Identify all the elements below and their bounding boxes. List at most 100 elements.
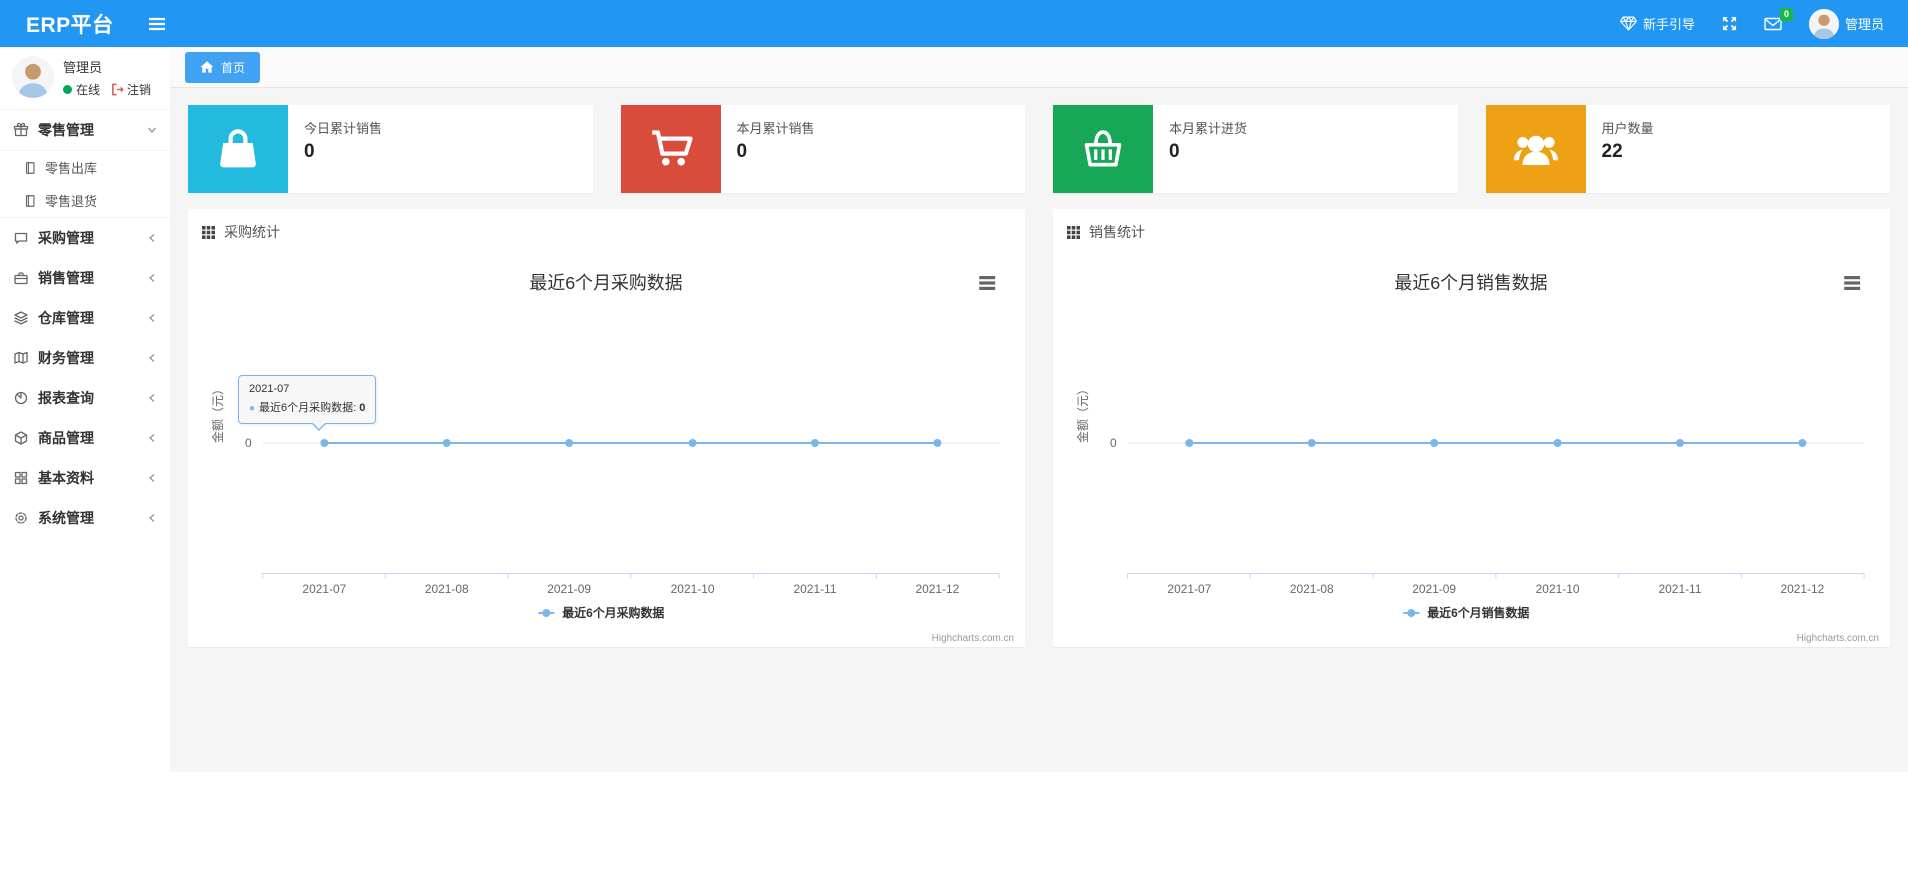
chat-icon	[14, 232, 28, 244]
sidebar-item-purchase[interactable]: 采购管理	[0, 218, 170, 258]
grid-icon	[14, 471, 28, 485]
chart-tooltip: 2021-07 ● 最近6个月采购数据: 0	[238, 375, 377, 431]
username-label: 管理员	[1844, 17, 1884, 32]
x-tick-label: 2021-12	[1781, 582, 1825, 596]
file-icon	[25, 194, 35, 207]
sidebar-user-panel: 管理员 在线 注销	[0, 47, 170, 109]
sidebar-item-retail[interactable]: 零售管理	[0, 109, 170, 150]
navbar-right: 新手引导 0 管理员	[1619, 7, 1884, 39]
tab-home[interactable]: 首页	[185, 51, 261, 83]
legend-item[interactable]: 最近6个月采购数据	[538, 605, 664, 620]
x-tick-label: 2021-09	[1412, 582, 1456, 596]
x-tick-label: 2021-07	[302, 582, 346, 596]
x-axis-ticks	[1127, 573, 1865, 579]
chart-context-menu-button[interactable]	[1844, 276, 1861, 290]
sidebar-item-finance[interactable]: 财务管理	[0, 338, 170, 378]
x-tick-label: 2021-11	[794, 582, 837, 596]
online-status-label: 在线	[76, 82, 101, 97]
y-tick-label: 0	[245, 436, 252, 450]
series-line[interactable]	[320, 439, 942, 447]
sign-out-icon	[112, 83, 124, 95]
sidebar-toggle-button[interactable]	[148, 17, 166, 31]
cart-icon	[620, 105, 721, 193]
sales-chart: 最近6个月销售数据 金额（元） 0 2021-07 2021-08 2021-0…	[1053, 255, 1890, 649]
main-content: 首页 今日累计销售 0 本月累计销售 0 本月累计进货 0 用户数量 22 采购…	[170, 47, 1908, 889]
card-value: 0	[304, 141, 315, 162]
x-tick-label: 2021-10	[1536, 582, 1580, 596]
purchase-chart: 最近6个月采购数据 金额（元） 0 2021-07 2021-08 2021-0…	[188, 255, 1025, 649]
avatar	[1808, 8, 1839, 39]
y-axis-title: 金额（元）	[210, 383, 225, 443]
app-brand: ERP平台	[26, 13, 114, 37]
x-tick-label: 2021-08	[1290, 582, 1334, 596]
map-book-icon	[14, 351, 28, 364]
sidebar-item-retail-outbound[interactable]: 零售出库	[0, 151, 170, 184]
fullscreen-button[interactable]	[1722, 16, 1737, 31]
sidebar-item-sales[interactable]: 销售管理	[0, 258, 170, 298]
chevron-left-icon	[148, 433, 155, 443]
chevron-left-icon	[148, 513, 155, 523]
legend-item[interactable]: 最近6个月销售数据	[1403, 605, 1529, 620]
panel-sales-stats: 销售统计 最近6个月销售数据 金额（元） 0 2021-07 2021-08 2…	[1053, 209, 1890, 647]
tooltip-value: 0	[359, 402, 366, 414]
card-label: 用户数量	[1601, 121, 1654, 136]
sidebar-item-warehouse[interactable]: 仓库管理	[0, 298, 170, 338]
highcharts-credits-link[interactable]: Highcharts.com.cn	[1797, 633, 1879, 644]
card-label: 本月累计销售	[736, 121, 815, 136]
card-user-count: 用户数量 22	[1485, 105, 1890, 193]
series-line[interactable]	[1185, 439, 1807, 447]
sidebar-item-system[interactable]: 系统管理	[0, 498, 170, 538]
layers-icon	[14, 311, 28, 325]
users-icon	[1485, 105, 1586, 193]
x-tick-label: 2021-09	[547, 582, 591, 596]
sidebar-item-basic-data[interactable]: 基本资料	[0, 458, 170, 498]
tooltip-date: 2021-07	[249, 383, 290, 395]
fullscreen-arrows-icon	[1722, 16, 1737, 31]
chevron-left-icon	[148, 233, 155, 243]
chevron-left-icon	[148, 393, 155, 403]
svg-text:最近6个月采购数据: 最近6个月采购数据	[562, 605, 664, 620]
avatar	[12, 56, 54, 98]
file-icon	[25, 161, 35, 174]
sidebar-item-products[interactable]: 商品管理	[0, 418, 170, 458]
svg-text:最近6个月销售数据: 最近6个月销售数据	[1427, 605, 1529, 620]
sidebar-item-retail-return[interactable]: 零售退货	[0, 184, 170, 217]
chevron-left-icon	[148, 353, 155, 363]
x-tick-label: 2021-07	[1167, 582, 1211, 596]
guide-button[interactable]: 新手引导	[1619, 14, 1695, 33]
card-today-sales: 今日累计销售 0	[188, 105, 593, 193]
charts-row: 采购统计 最近6个月采购数据 金额（元） 0 2021-07 2021-08 2…	[188, 209, 1890, 647]
highcharts-credits-link[interactable]: Highcharts.com.cn	[932, 633, 1014, 644]
tabs-bar: 首页	[170, 47, 1908, 88]
card-value: 0	[736, 141, 748, 162]
gear-icon	[15, 512, 27, 524]
top-navbar: ERP平台 新手引导 0 管理员	[0, 0, 1908, 47]
home-icon	[200, 61, 214, 73]
guide-label: 新手引导	[1642, 17, 1695, 32]
card-month-sales: 本月累计销售 0	[620, 105, 1025, 193]
messages-count-badge: 0	[1779, 7, 1793, 21]
dashboard: 今日累计销售 0 本月累计销售 0 本月累计进货 0 用户数量 22 采购统计 …	[170, 88, 1908, 772]
chart-context-menu-button[interactable]	[979, 276, 996, 290]
logout-link[interactable]: 注销	[111, 81, 151, 98]
messages-button[interactable]: 0	[1764, 7, 1793, 31]
panel-title: 采购统计	[224, 224, 280, 240]
sidebar-menu: 零售管理 零售出库 零售退货 采购管理 销售管理 仓库管理 财务管理 报表查询 …	[0, 109, 170, 538]
sidebar-item-reports[interactable]: 报表查询	[0, 378, 170, 418]
pie-chart-icon	[14, 391, 28, 405]
panel-title: 销售统计	[1089, 224, 1145, 240]
chevron-left-icon	[148, 273, 155, 283]
sidebar-username: 管理员	[63, 59, 103, 75]
card-value: 22	[1601, 141, 1623, 162]
hamburger-icon	[148, 17, 165, 30]
user-menu[interactable]: 管理员	[1808, 8, 1884, 39]
x-tick-label: 2021-08	[425, 582, 469, 596]
panel-purchase-stats: 采购统计 最近6个月采购数据 金额（元） 0 2021-07 2021-08 2…	[188, 209, 1025, 647]
tooltip-series-marker: ●	[249, 403, 256, 414]
chart-title: 最近6个月采购数据	[529, 273, 682, 293]
gift-icon	[13, 122, 29, 137]
y-tick-label: 0	[1110, 436, 1117, 450]
chart-title: 最近6个月销售数据	[1394, 273, 1547, 293]
tooltip-series-label: 最近6个月采购数据:	[259, 402, 360, 414]
card-label: 本月累计进货	[1169, 121, 1248, 136]
